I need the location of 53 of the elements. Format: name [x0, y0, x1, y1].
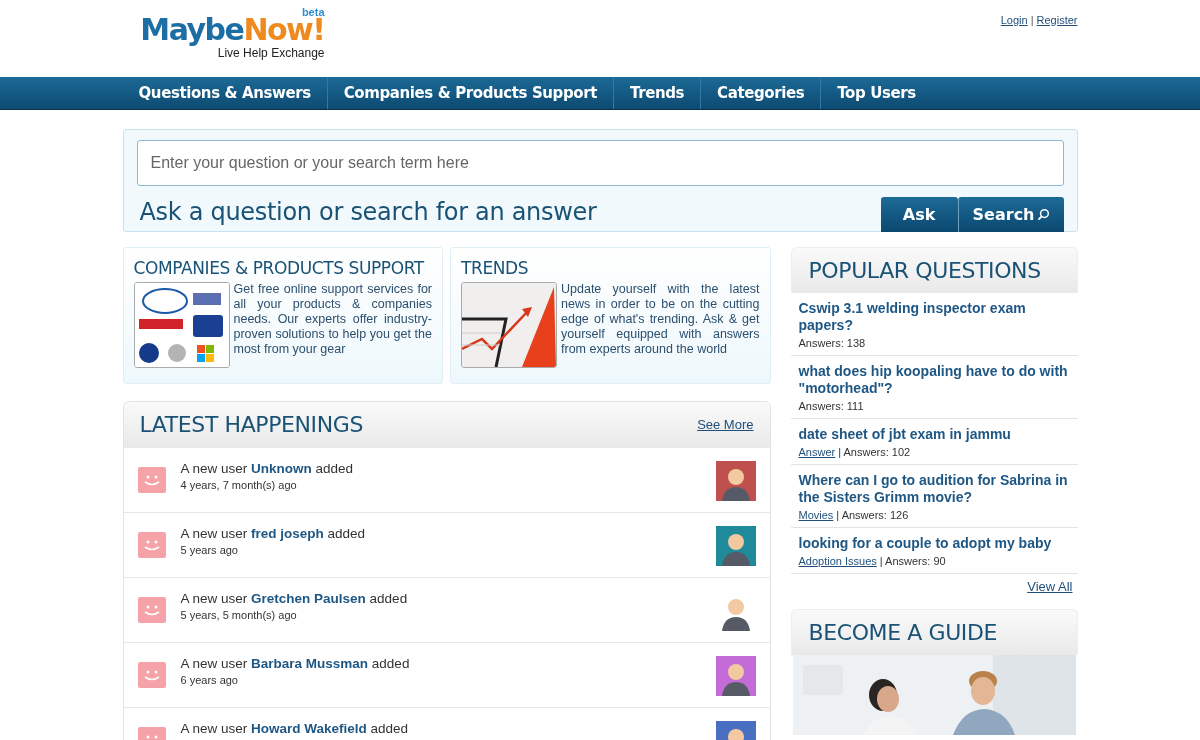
ask-button[interactable]: Ask	[880, 197, 958, 232]
activity-text: A new user Unknown added	[180, 461, 355, 476]
see-more-link[interactable]: See More	[697, 417, 754, 432]
search-icon	[1036, 208, 1050, 221]
question-link[interactable]: what does hip koopaling have to do with "motorhead"?	[798, 363, 1070, 397]
activity-time: 4 years, 7 month(s) ago	[180, 479, 298, 491]
link-separator: |	[1030, 14, 1034, 26]
answer-count: Answers: 111	[798, 400, 864, 412]
activity-text: A new user Barbara Mussman added	[180, 656, 411, 671]
avatar-icon[interactable]	[715, 461, 756, 501]
category-link[interactable]: Movies	[798, 509, 834, 521]
activity-text: A new user Howard Wakefield added	[180, 721, 410, 736]
question-link[interactable]: date sheet of jbt exam in jammu	[798, 426, 1070, 443]
answer-count: Answers: 138	[798, 337, 866, 349]
answer-count: | Answers: 102	[838, 446, 911, 458]
answer-count: | Answers: 126	[836, 509, 909, 521]
logo-tagline: Live Help Exchange	[217, 46, 325, 60]
panel-title: POPULAR QUESTIONS	[808, 258, 1041, 283]
smiley-icon	[137, 662, 166, 688]
question-link[interactable]: Where can I go to audition for Sabrina in the Sisters Grimm movie?	[798, 472, 1070, 506]
avatar-icon[interactable]	[715, 526, 756, 566]
login-link[interactable]: Login	[1000, 14, 1028, 26]
nav-item[interactable]: Top Users	[821, 77, 932, 109]
feature-description: Update yourself with the latest news in order to be on the cutting edge of what's trending. Ask & get yourself equipped with answers from experts around the world	[561, 282, 760, 358]
question-link[interactable]: looking for a couple to adopt my baby	[798, 535, 1070, 552]
feature-description: Get free online support services for all your products & companies needs. Our experts offer industry-proven solutions to help you get the most from your gear	[233, 282, 432, 358]
panel-title: LATEST HAPPENINGS	[139, 412, 363, 437]
panel-title: BECOME A GUIDE	[808, 620, 997, 645]
activity-time: 5 years ago	[180, 544, 239, 556]
answer-count: | Answers: 90	[879, 555, 946, 567]
nav-item[interactable]: Questions & Answers	[122, 77, 328, 109]
activity-text: A new user fred joseph added	[180, 526, 367, 541]
avatar-icon[interactable]	[715, 656, 756, 696]
beta-label: beta	[301, 6, 325, 18]
activity-time: 6 years ago	[180, 674, 239, 686]
nav-item[interactable]: Categories	[701, 77, 822, 109]
nav-item[interactable]: Trends	[614, 77, 702, 109]
category-link[interactable]: Adoption Issues	[798, 555, 877, 567]
feature-title[interactable]: COMPANIES & PRODUCTS SUPPORT	[133, 258, 432, 278]
smiley-icon	[137, 532, 166, 558]
search-button[interactable]: Search	[957, 197, 1064, 232]
register-link[interactable]: Register	[1036, 14, 1078, 26]
smiley-icon	[137, 467, 166, 493]
nav-item[interactable]: Companies & Products Support	[327, 77, 614, 109]
category-link[interactable]: Answer	[798, 446, 836, 458]
question-link[interactable]: Cswip 3.1 welding inspector exam papers?	[798, 300, 1070, 334]
smiley-icon	[137, 597, 166, 623]
search-heading: Ask a question or search for an answer	[139, 198, 597, 226]
activity-text: A new user Gretchen Paulsen added	[180, 591, 409, 606]
feature-title[interactable]: TRENDS	[461, 258, 760, 278]
view-all-link[interactable]: View All	[1027, 579, 1073, 594]
search-field[interactable]: Enter your question or your search term here	[136, 140, 1064, 186]
activity-time: 5 years, 5 month(s) ago	[180, 609, 298, 621]
